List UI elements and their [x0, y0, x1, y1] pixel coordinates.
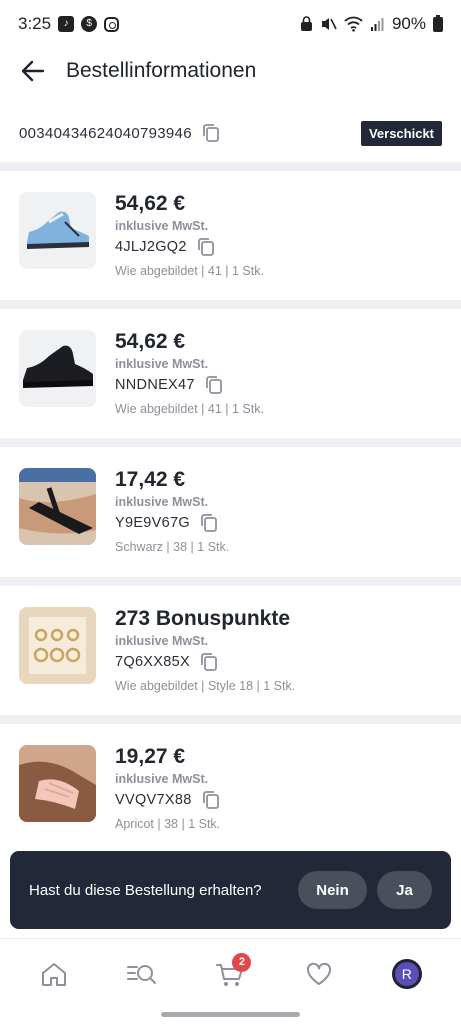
item-sku: 4JLJ2GQ2 [115, 239, 187, 255]
copy-icon [201, 653, 217, 671]
signal-icon [370, 17, 384, 31]
item-info: 17,42 € inklusive MwSt. Y9E9V67G Schwarz… [115, 467, 451, 554]
product-image-slides [19, 745, 96, 822]
copy-icon [202, 791, 219, 809]
bottom-nav: 2 R [0, 938, 461, 1008]
order-item[interactable]: 19,27 € inklusive MwSt. VVQV7X88 Apricot… [0, 724, 461, 853]
no-button[interactable]: Nein [298, 871, 367, 909]
item-info: 54,62 € inklusive MwSt. 4JLJ2GQ2 Wie abg… [115, 191, 451, 278]
divider [0, 715, 461, 724]
item-price: 273 Bonuspunkte [115, 607, 291, 630]
home-indicator[interactable] [161, 1012, 300, 1017]
product-image-sandals [19, 468, 96, 545]
item-sku-line: 4JLJ2GQ2 [115, 237, 451, 257]
item-sku-line: 7Q6XX85X [115, 652, 451, 672]
item-price: 17,42 € [115, 468, 186, 491]
page-title: Bestellinformationen [66, 59, 257, 82]
item-sku-line: Y9E9V67G [115, 513, 451, 533]
copy-sku-button[interactable] [205, 375, 223, 395]
instagram-notification-icon [104, 16, 120, 32]
product-image-sneaker-black [19, 330, 96, 407]
nav-search[interactable] [117, 949, 167, 999]
item-tax-note: inklusive MwSt. [115, 219, 209, 233]
item-attributes: Apricot | 38 | 1 Stk. [115, 817, 221, 831]
copy-icon [197, 238, 214, 256]
order-item[interactable]: 17,42 € inklusive MwSt. Y9E9V67G Schwarz… [0, 447, 461, 576]
product-image-sneaker-blue [19, 192, 96, 269]
divider [0, 577, 461, 586]
item-sku: 7Q6XX85X [115, 654, 190, 670]
item-info: 273 Bonuspunkte inklusive MwSt. 7Q6XX85X… [115, 606, 451, 693]
copy-sku-button[interactable] [202, 790, 220, 810]
wifi-icon [344, 16, 363, 32]
order-number-row: 00340434624040793946 Verschickt [0, 110, 461, 156]
divider [0, 300, 461, 309]
copy-sku-button[interactable] [200, 513, 218, 533]
item-sku-line: VVQV7X88 [115, 790, 451, 810]
lock-notification-icon [300, 16, 312, 31]
toast-question: Hast du diese Bestellung erhalten? [29, 881, 262, 899]
back-button[interactable] [0, 48, 62, 94]
mute-icon [321, 18, 337, 30]
item-attributes: Schwarz | 38 | 1 Stk. [115, 540, 230, 554]
copy-order-number-button[interactable] [202, 123, 220, 143]
order-item[interactable]: 273 Bonuspunkte inklusive MwSt. 7Q6XX85X… [0, 586, 461, 715]
divider [0, 438, 461, 447]
item-sku: NNDNEX47 [115, 377, 195, 393]
status-time: 3:25 [18, 14, 52, 33]
item-price: 54,62 € [115, 330, 186, 353]
app-header: Bestellinformationen [0, 48, 461, 94]
item-info: 54,62 € inklusive MwSt. NNDNEX47 Wie abg… [115, 329, 451, 416]
item-tax-note: inklusive MwSt. [115, 772, 209, 786]
item-sku: Y9E9V67G [115, 515, 190, 531]
item-info: 19,27 € inklusive MwSt. VVQV7X88 Apricot… [115, 744, 451, 831]
item-tax-note: inklusive MwSt. [115, 634, 209, 648]
order-item[interactable]: 54,62 € inklusive MwSt. 4JLJ2GQ2 Wie abg… [0, 171, 461, 300]
copy-icon [201, 514, 217, 532]
copy-icon [205, 376, 222, 394]
back-arrow-icon [21, 60, 45, 82]
nav-cart[interactable]: 2 [205, 949, 255, 999]
status-right: 90% [300, 14, 443, 34]
copy-sku-button[interactable] [197, 237, 215, 257]
order-number: 00340434624040793946 [19, 124, 192, 142]
app-notification-icon: $ [81, 16, 98, 32]
copy-icon [202, 124, 219, 142]
status-bar: 3:25 ♪ $ 90% [0, 0, 461, 48]
product-image-earrings [19, 607, 96, 684]
item-tax-note: inklusive MwSt. [115, 495, 209, 509]
search-icon [127, 964, 157, 984]
cart-count-badge: 2 [232, 952, 252, 972]
item-price: 19,27 € [115, 745, 186, 768]
nav-profile[interactable]: R [382, 949, 432, 999]
tiktok-notification-icon: ♪ [58, 16, 75, 32]
yes-button[interactable]: Ja [377, 871, 432, 909]
status-badge: Verschickt [360, 120, 442, 146]
item-sku: VVQV7X88 [115, 792, 192, 808]
nav-wishlist[interactable] [294, 949, 344, 999]
status-left: 3:25 ♪ $ [18, 14, 120, 34]
battery-percent: 90% [391, 14, 426, 33]
item-attributes: Wie abgebildet | 41 | 1 Stk. [115, 402, 264, 416]
home-icon [42, 962, 67, 986]
order-item[interactable]: 54,62 € inklusive MwSt. NNDNEX47 Wie abg… [0, 309, 461, 438]
item-sku-line: NNDNEX47 [115, 375, 451, 395]
nav-home[interactable] [29, 949, 79, 999]
divider [0, 162, 461, 171]
delivery-confirmation-toast: Hast du diese Bestellung erhalten? Nein … [10, 851, 451, 929]
battery-icon [433, 14, 443, 32]
item-price: 54,62 € [115, 192, 186, 215]
item-attributes: Wie abgebildet | 41 | 1 Stk. [115, 264, 264, 278]
copy-sku-button[interactable] [200, 652, 218, 672]
heart-icon [306, 962, 331, 985]
avatar: R [391, 958, 422, 989]
item-attributes: Wie abgebildet | Style 18 | 1 Stk. [115, 679, 296, 693]
item-tax-note: inklusive MwSt. [115, 357, 209, 371]
